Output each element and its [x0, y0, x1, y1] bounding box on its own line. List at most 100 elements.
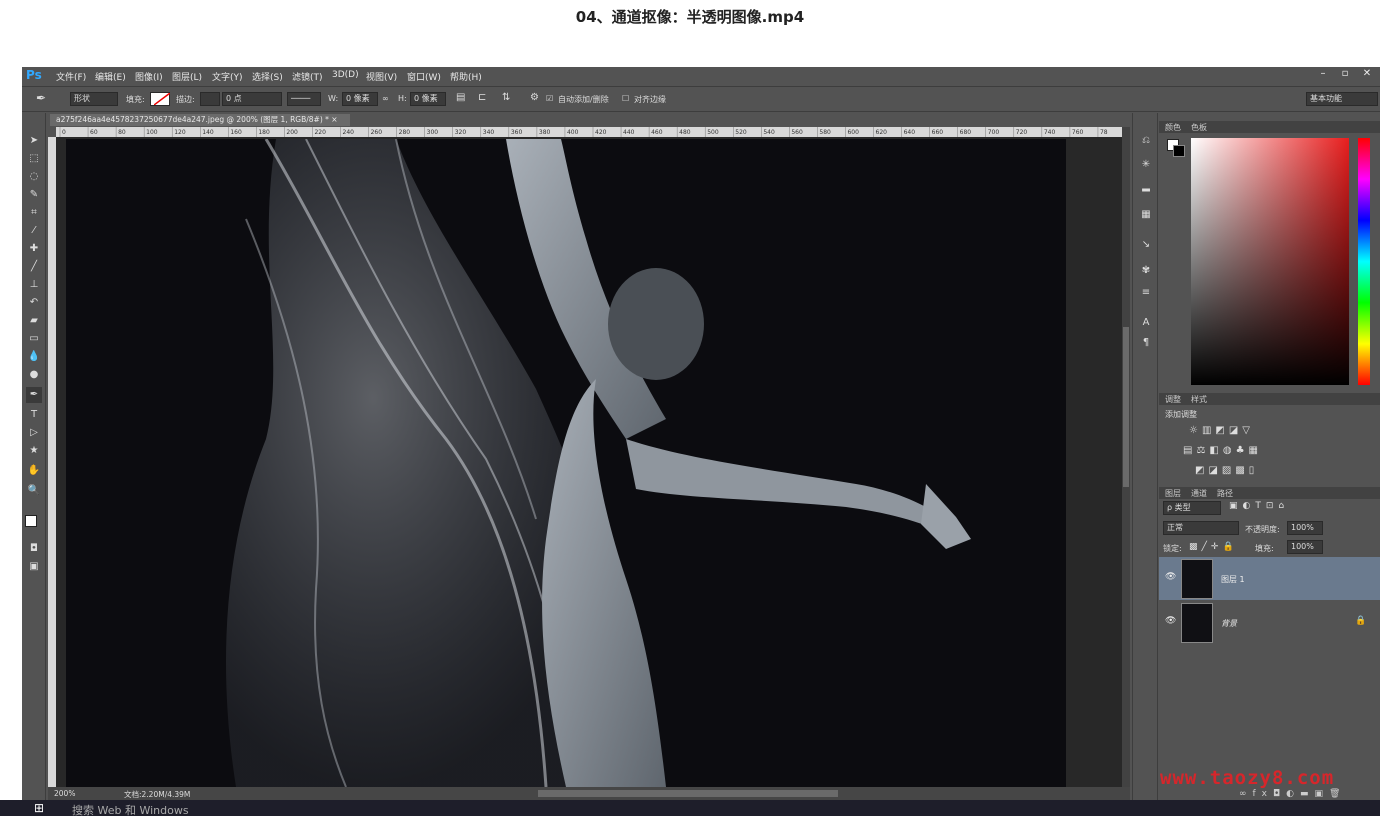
healing-brush-tool-icon[interactable]: ✚ [26, 241, 42, 257]
menu-3d[interactable]: 3D(D) [332, 70, 359, 80]
tab-paths[interactable]: 路径 [1217, 488, 1233, 499]
minimize-button[interactable]: – [1314, 68, 1332, 82]
pen-tool-icon[interactable]: ✒ [36, 91, 46, 105]
adjustment-icons-row-2[interactable]: ▤⚖◧◍♣▦ [1183, 445, 1262, 456]
lock-icons[interactable]: ▩╱✛🔒 [1189, 542, 1238, 552]
scroll-thumb[interactable] [1123, 327, 1129, 487]
layer-filter-kind[interactable]: ρ 类型 [1163, 501, 1221, 515]
character-panel-icon[interactable]: A [1138, 315, 1154, 331]
menu-select[interactable]: 选择(S) [252, 70, 283, 83]
tab-channels[interactable]: 通道 [1191, 488, 1207, 499]
clone-stamp-tool-icon[interactable]: ⊥ [26, 277, 42, 293]
close-button[interactable]: ✕ [1358, 68, 1376, 82]
lasso-tool-icon[interactable]: ◌ [26, 169, 42, 185]
eyedropper-tool-icon[interactable]: ⁄ [26, 223, 42, 239]
mode-select[interactable]: 形状 [70, 92, 118, 106]
layer-name[interactable]: 背景 [1221, 618, 1237, 629]
color-panel-background[interactable] [1173, 145, 1185, 157]
align-edges-checkbox[interactable]: ☐ [622, 94, 629, 103]
zoom-level[interactable]: 200% [54, 789, 75, 798]
gradient-tool-icon[interactable]: ▭ [26, 331, 42, 347]
layer-row-background[interactable]: 👁 背景 🔒 [1159, 601, 1380, 644]
path-selection-tool-icon[interactable]: ▷ [26, 425, 42, 441]
move-tool-icon[interactable]: ➤ [26, 133, 42, 149]
dodge-tool-icon[interactable]: ● [26, 367, 42, 383]
canvas-area[interactable] [56, 137, 1122, 787]
tab-styles[interactable]: 样式 [1191, 394, 1207, 405]
menu-window[interactable]: 窗口(W) [407, 70, 441, 83]
dancer-photo[interactable] [66, 139, 1066, 787]
clone-source-panel-icon[interactable]: ≡ [1138, 285, 1154, 301]
actions-panel-icon[interactable]: ↘ [1138, 237, 1154, 253]
auto-add-delete-checkbox[interactable]: ☑ [546, 94, 553, 103]
tab-color[interactable]: 颜色 [1165, 122, 1181, 133]
windows-start-icon[interactable]: ⊞ [34, 801, 44, 815]
menu-help[interactable]: 帮助(H) [450, 70, 482, 83]
brush-tool-icon[interactable]: ╱ [26, 259, 42, 275]
tab-swatches[interactable]: 色板 [1191, 122, 1207, 133]
stroke-type-select[interactable]: ──── [287, 92, 321, 106]
eye-icon[interactable]: 👁 [1165, 616, 1176, 626]
workspace-select[interactable]: 基本功能 [1306, 92, 1378, 106]
path-arrangement-icon[interactable]: ⇅ [502, 92, 510, 103]
ruler-horizontal: 0 60 80 100 120 140 160 180 200 220 240 260 280 300 32… [56, 127, 1122, 137]
zoom-tool-icon[interactable]: 🔍 [26, 483, 42, 499]
tab-adjustments[interactable]: 调整 [1165, 394, 1181, 405]
brush-presets-panel-icon[interactable]: ✾ [1138, 263, 1154, 279]
path-alignment-icon[interactable]: ⊏ [478, 92, 486, 103]
foreground-color-swatch[interactable] [25, 515, 37, 527]
adjustment-icons-row-3[interactable]: ◩◪▨▩▯ [1195, 465, 1258, 476]
fill-field[interactable]: 100% [1287, 540, 1323, 554]
menu-image[interactable]: 图像(I) [135, 70, 163, 83]
type-tool-icon[interactable]: T [26, 407, 42, 423]
histogram-panel-icon[interactable]: ▂ [1138, 179, 1154, 195]
eraser-tool-icon[interactable]: ▰ [26, 313, 42, 329]
screen-mode-icon[interactable]: ▣ [26, 559, 42, 575]
crop-tool-icon[interactable]: ⌗ [26, 205, 42, 221]
document-tab[interactable]: a275f246aa4e4578237250677de4a247.jpeg @ … [50, 114, 350, 126]
pen-tool-icon[interactable]: ✒ [26, 387, 42, 403]
quick-select-tool-icon[interactable]: ✎ [26, 187, 42, 203]
menu-filter[interactable]: 滤镜(T) [292, 70, 323, 83]
height-field[interactable]: 0 像素 [410, 92, 446, 106]
blur-tool-icon[interactable]: 💧 [26, 349, 42, 365]
layer-name[interactable]: 图层 1 [1221, 574, 1245, 585]
ruler-tick-label: 340 [483, 129, 495, 136]
history-brush-tool-icon[interactable]: ↶ [26, 295, 42, 311]
paragraph-panel-icon[interactable]: ¶ [1138, 335, 1154, 351]
stroke-swatch[interactable] [200, 92, 220, 106]
opacity-field[interactable]: 100% [1287, 521, 1323, 535]
adjustment-icons-row-1[interactable]: ☼▥◩◪▽ [1189, 425, 1254, 436]
link-icon[interactable]: ∞ [382, 94, 389, 103]
history-panel-icon[interactable]: ⎌ [1138, 133, 1154, 149]
marquee-tool-icon[interactable]: ⬚ [26, 151, 42, 167]
info-panel-icon[interactable]: ▦ [1138, 207, 1154, 223]
layer-row-layer1[interactable]: 👁 图层 1 [1159, 557, 1380, 600]
layer-filter-icons[interactable]: ▣◐T⊡⌂ [1229, 501, 1289, 511]
menu-layer[interactable]: 图层(L) [172, 70, 202, 83]
gear-icon[interactable]: ⚙ [530, 92, 539, 103]
stroke-size-field[interactable]: 0 点 [222, 92, 282, 106]
layers-panel-footer-icons[interactable]: ∞fx◘◐▬▣🗑 [1239, 789, 1346, 799]
menu-edit[interactable]: 编辑(E) [95, 70, 126, 83]
hue-slider[interactable] [1358, 138, 1370, 385]
vertical-scrollbar[interactable] [1122, 127, 1130, 787]
ruler-tick-label: 400 [567, 129, 579, 136]
color-picker-field[interactable] [1191, 138, 1349, 385]
tab-layers[interactable]: 图层 [1165, 488, 1181, 499]
eye-icon[interactable]: 👁 [1165, 572, 1176, 582]
shape-tool-icon[interactable]: ★ [26, 443, 42, 459]
blend-mode-select[interactable]: 正常 [1163, 521, 1239, 535]
properties-panel-icon[interactable]: ✳ [1138, 157, 1154, 173]
menu-file[interactable]: 文件(F) [56, 70, 86, 83]
path-operations-icon[interactable]: ▤ [456, 92, 465, 103]
menu-view[interactable]: 视图(V) [366, 70, 397, 83]
fill-swatch[interactable] [150, 92, 170, 106]
ruler-tick-label: 78 [1100, 129, 1108, 136]
quick-mask-icon[interactable]: ◘ [26, 541, 42, 557]
menu-type[interactable]: 文字(Y) [212, 70, 243, 83]
restore-button[interactable]: ▫ [1336, 68, 1354, 82]
hand-tool-icon[interactable]: ✋ [26, 463, 42, 479]
horizontal-scroll-thumb[interactable] [538, 790, 838, 797]
width-field[interactable]: 0 像素 [342, 92, 378, 106]
